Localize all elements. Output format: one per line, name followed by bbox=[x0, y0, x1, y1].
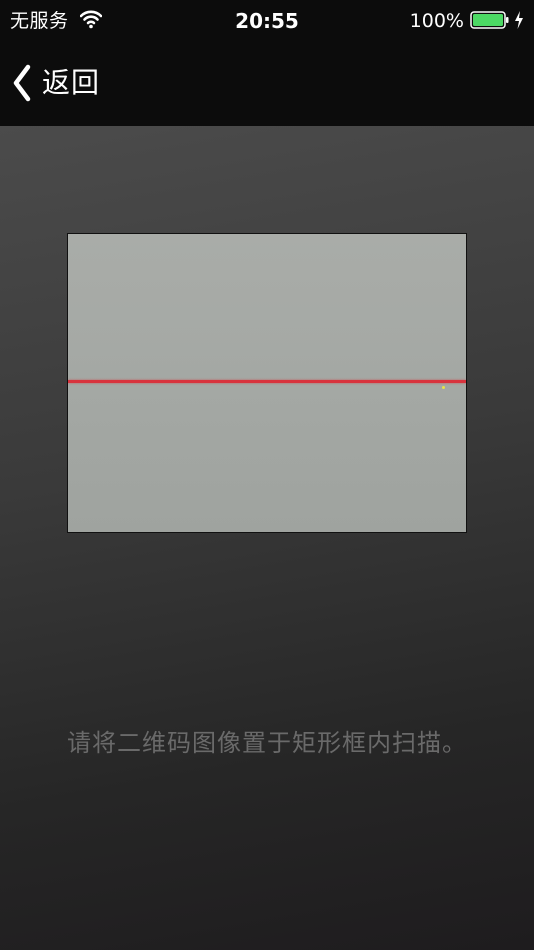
navigation-bar: 返回 bbox=[0, 42, 534, 126]
scan-hint-text: 请将二维码图像置于矩形框内扫描。 bbox=[67, 729, 467, 757]
back-button[interactable]: 返回 bbox=[10, 58, 130, 108]
camera-noise-speck bbox=[442, 386, 445, 389]
chevron-left-icon bbox=[13, 64, 31, 102]
battery-percentage: 100% bbox=[409, 10, 464, 32]
charging-bolt-icon bbox=[515, 11, 523, 29]
back-label: 返回 bbox=[42, 66, 101, 99]
scan-frame bbox=[67, 233, 467, 533]
status-bar: 无服务 20:55 100% bbox=[0, 0, 534, 42]
battery-icon bbox=[470, 11, 509, 29]
qr-scanner-screen: 无服务 20:55 100% 返回 请将二维码图像置于矩形框内扫描。 bbox=[0, 0, 534, 950]
camera-viewport: 请将二维码图像置于矩形框内扫描。 bbox=[0, 126, 534, 950]
top-bar: 无服务 20:55 100% 返回 bbox=[0, 0, 534, 126]
scan-line bbox=[68, 380, 466, 383]
